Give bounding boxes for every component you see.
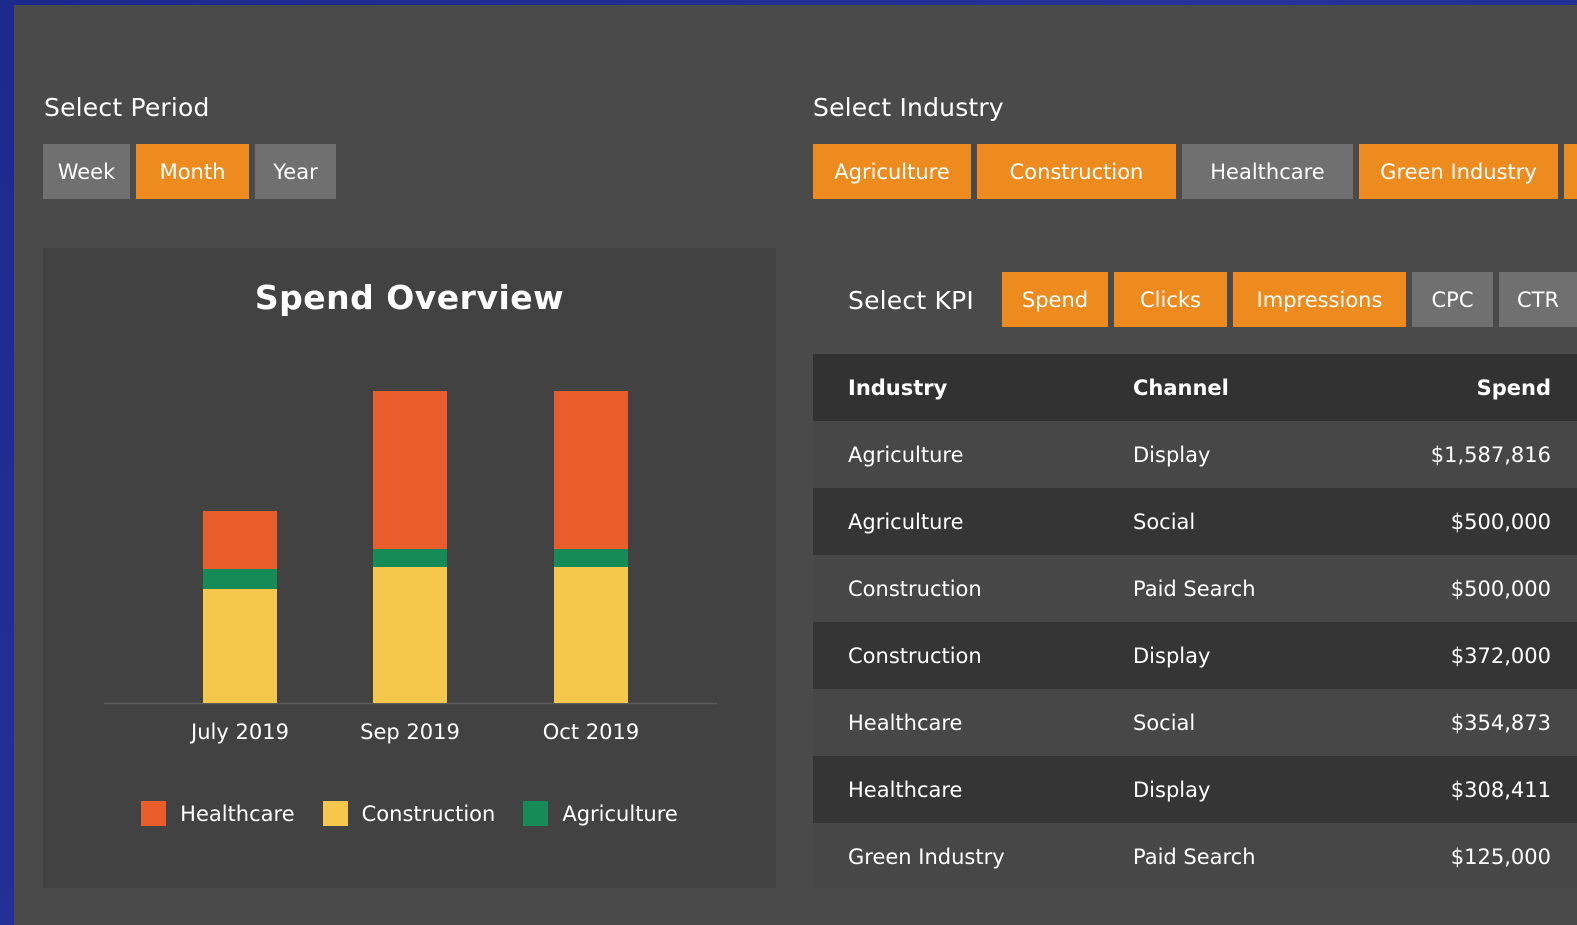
kpi-clicks-button[interactable]: Clicks bbox=[1114, 272, 1227, 327]
dashboard: Select Period Week Month Year Select Ind… bbox=[14, 5, 1577, 925]
industry-label: Select Industry bbox=[813, 93, 1004, 122]
bar-construction-0[interactable] bbox=[203, 589, 277, 703]
cell-industry: Healthcare bbox=[848, 710, 963, 735]
column-header-industry[interactable]: Industry bbox=[848, 354, 947, 421]
bar-healthcare-1[interactable] bbox=[373, 391, 447, 549]
table-row: Agriculture Social $500,000 bbox=[813, 488, 1577, 555]
cell-channel: Paid Search bbox=[1133, 576, 1256, 601]
bar-agriculture-2[interactable] bbox=[554, 549, 628, 567]
cell-channel: Display bbox=[1133, 442, 1211, 467]
spend-overview-chart: Spend Overview July 2019 Sep 2019 Oct 2019… bbox=[43, 248, 776, 888]
legend-item-healthcare: Healthcare bbox=[141, 801, 295, 826]
table-row: Construction Paid Search $500,000 bbox=[813, 555, 1577, 622]
bar-agriculture-0[interactable] bbox=[203, 569, 277, 589]
industry-construction-button[interactable]: Construction bbox=[977, 144, 1176, 199]
cell-industry: Construction bbox=[848, 643, 982, 668]
period-month-button[interactable]: Month bbox=[136, 144, 249, 199]
cell-channel: Paid Search bbox=[1133, 844, 1256, 869]
legend-swatch-agriculture bbox=[523, 801, 549, 826]
period-year-button[interactable]: Year bbox=[255, 144, 336, 199]
bar-agriculture-1[interactable] bbox=[373, 549, 447, 567]
industry-agriculture-button[interactable]: Agriculture bbox=[813, 144, 971, 199]
cell-industry: Green Industry bbox=[848, 844, 1005, 869]
industry-more-button[interactable] bbox=[1564, 144, 1577, 199]
cell-industry: Construction bbox=[848, 576, 982, 601]
kpi-spend-button[interactable]: Spend bbox=[1002, 272, 1108, 327]
column-header-spend[interactable]: Spend bbox=[1477, 354, 1551, 421]
cell-channel: Social bbox=[1133, 710, 1196, 735]
chart-plot: July 2019 Sep 2019 Oct 2019 bbox=[104, 391, 717, 744]
table-row: Healthcare Social $354,873 bbox=[813, 689, 1577, 756]
bar-healthcare-0[interactable] bbox=[203, 511, 277, 569]
cell-spend: $500,000 bbox=[1450, 576, 1551, 601]
cell-channel: Display bbox=[1133, 777, 1211, 802]
period-week-button[interactable]: Week bbox=[43, 144, 130, 199]
kpi-selector: Select KPI Spend Clicks Impressions CPC … bbox=[813, 248, 1577, 354]
table-row: Healthcare Display $308,411 bbox=[813, 756, 1577, 823]
cell-channel: Display bbox=[1133, 643, 1211, 668]
legend-label-healthcare: Healthcare bbox=[180, 801, 295, 826]
cell-spend: $125,000 bbox=[1450, 844, 1551, 869]
bar-construction-2[interactable] bbox=[554, 567, 628, 703]
x-tick-label: Sep 2019 bbox=[360, 720, 460, 744]
legend-swatch-healthcare bbox=[141, 801, 167, 826]
cell-spend: $372,000 bbox=[1450, 643, 1551, 668]
table-header: Industry Channel Spend bbox=[813, 354, 1577, 421]
cell-industry: Agriculture bbox=[848, 509, 964, 534]
legend-label-agriculture: Agriculture bbox=[562, 801, 678, 826]
kpi-panel: Select KPI Spend Clicks Impressions CPC … bbox=[813, 248, 1577, 888]
legend-item-agriculture: Agriculture bbox=[523, 801, 678, 826]
chart-legend: Healthcare Construction Agriculture bbox=[43, 801, 776, 826]
cell-industry: Agriculture bbox=[848, 442, 964, 467]
legend-swatch-construction bbox=[322, 801, 348, 826]
kpi-impressions-button[interactable]: Impressions bbox=[1233, 272, 1406, 327]
kpi-cpc-button[interactable]: CPC bbox=[1412, 272, 1493, 327]
period-label: Select Period bbox=[44, 93, 210, 122]
kpi-label: Select KPI bbox=[848, 286, 974, 315]
bar-construction-1[interactable] bbox=[373, 567, 447, 703]
spend-table: Industry Channel Spend Agriculture Displ… bbox=[813, 354, 1577, 888]
cell-spend: $308,411 bbox=[1450, 777, 1551, 802]
table-row: Agriculture Display $1,587,816 bbox=[813, 421, 1577, 488]
x-tick-label: July 2019 bbox=[189, 720, 289, 744]
table-row: Construction Display $372,000 bbox=[813, 622, 1577, 689]
legend-item-construction: Construction bbox=[322, 801, 496, 826]
cell-spend: $354,873 bbox=[1450, 710, 1551, 735]
industry-green-industry-button[interactable]: Green Industry bbox=[1359, 144, 1558, 199]
bar-healthcare-2[interactable] bbox=[554, 391, 628, 549]
cell-industry: Healthcare bbox=[848, 777, 963, 802]
kpi-ctr-button[interactable]: CTR bbox=[1499, 272, 1577, 327]
column-header-channel[interactable]: Channel bbox=[1133, 354, 1229, 421]
cell-spend: $500,000 bbox=[1450, 509, 1551, 534]
industry-healthcare-button[interactable]: Healthcare bbox=[1182, 144, 1353, 199]
cell-spend: $1,587,816 bbox=[1430, 442, 1551, 467]
cell-channel: Social bbox=[1133, 509, 1196, 534]
x-tick-label: Oct 2019 bbox=[543, 720, 639, 744]
legend-label-construction: Construction bbox=[361, 801, 496, 826]
table-row: Green Industry Paid Search $125,000 bbox=[813, 823, 1577, 888]
